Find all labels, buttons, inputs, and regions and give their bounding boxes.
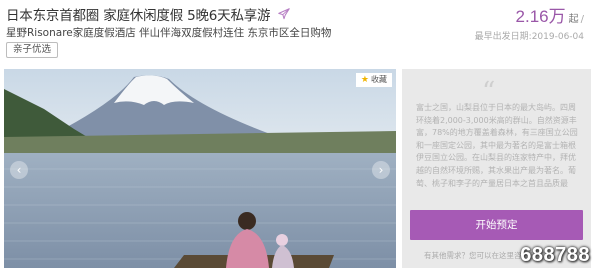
favorite-label: 收藏 [371, 75, 387, 84]
next-arrow-icon[interactable]: › [372, 161, 390, 179]
star-icon: ★ [360, 75, 369, 85]
hero-photo: ★ 收藏 ‹ › [4, 69, 396, 268]
favorite-button[interactable]: ★ 收藏 [355, 73, 392, 87]
prev-arrow-icon[interactable]: ‹ [10, 161, 28, 179]
watermark-logo: 688788 [520, 244, 590, 266]
airplane-icon [278, 8, 291, 20]
price-block: 2.16万 起 / 最早出发日期:2019-06-04 [475, 2, 584, 42]
price-amount: 2.16万 [515, 7, 566, 26]
book-button[interactable]: 开始预定 [410, 210, 583, 240]
lake-mountain-image [4, 69, 396, 268]
departure-date: 最早出发日期:2019-06-04 [474, 32, 584, 42]
price-unit: 起 [568, 14, 579, 25]
category-tag[interactable]: 亲子优选 [6, 42, 59, 58]
page-subtitle: 星野Risonare家庭度假酒店 伴山伴海双度假村连住 东京市区全日购物 [6, 27, 332, 39]
title-row: 日本东京首都圈 家庭休闲度假 5晚6天私享游 [6, 4, 291, 24]
page-title: 日本东京首都圈 家庭休闲度假 5晚6天私享游 [6, 8, 271, 24]
description-text: 富士之国，山梨县位于日本的最大岛屿。四周环绕着2,000-3,000米高的群山。… [416, 103, 578, 188]
info-panel: “ 富士之国，山梨县位于日本的最大岛屿。四周环绕着2,000-3,000米高的群… [402, 69, 591, 268]
price-separator: / [580, 14, 584, 25]
